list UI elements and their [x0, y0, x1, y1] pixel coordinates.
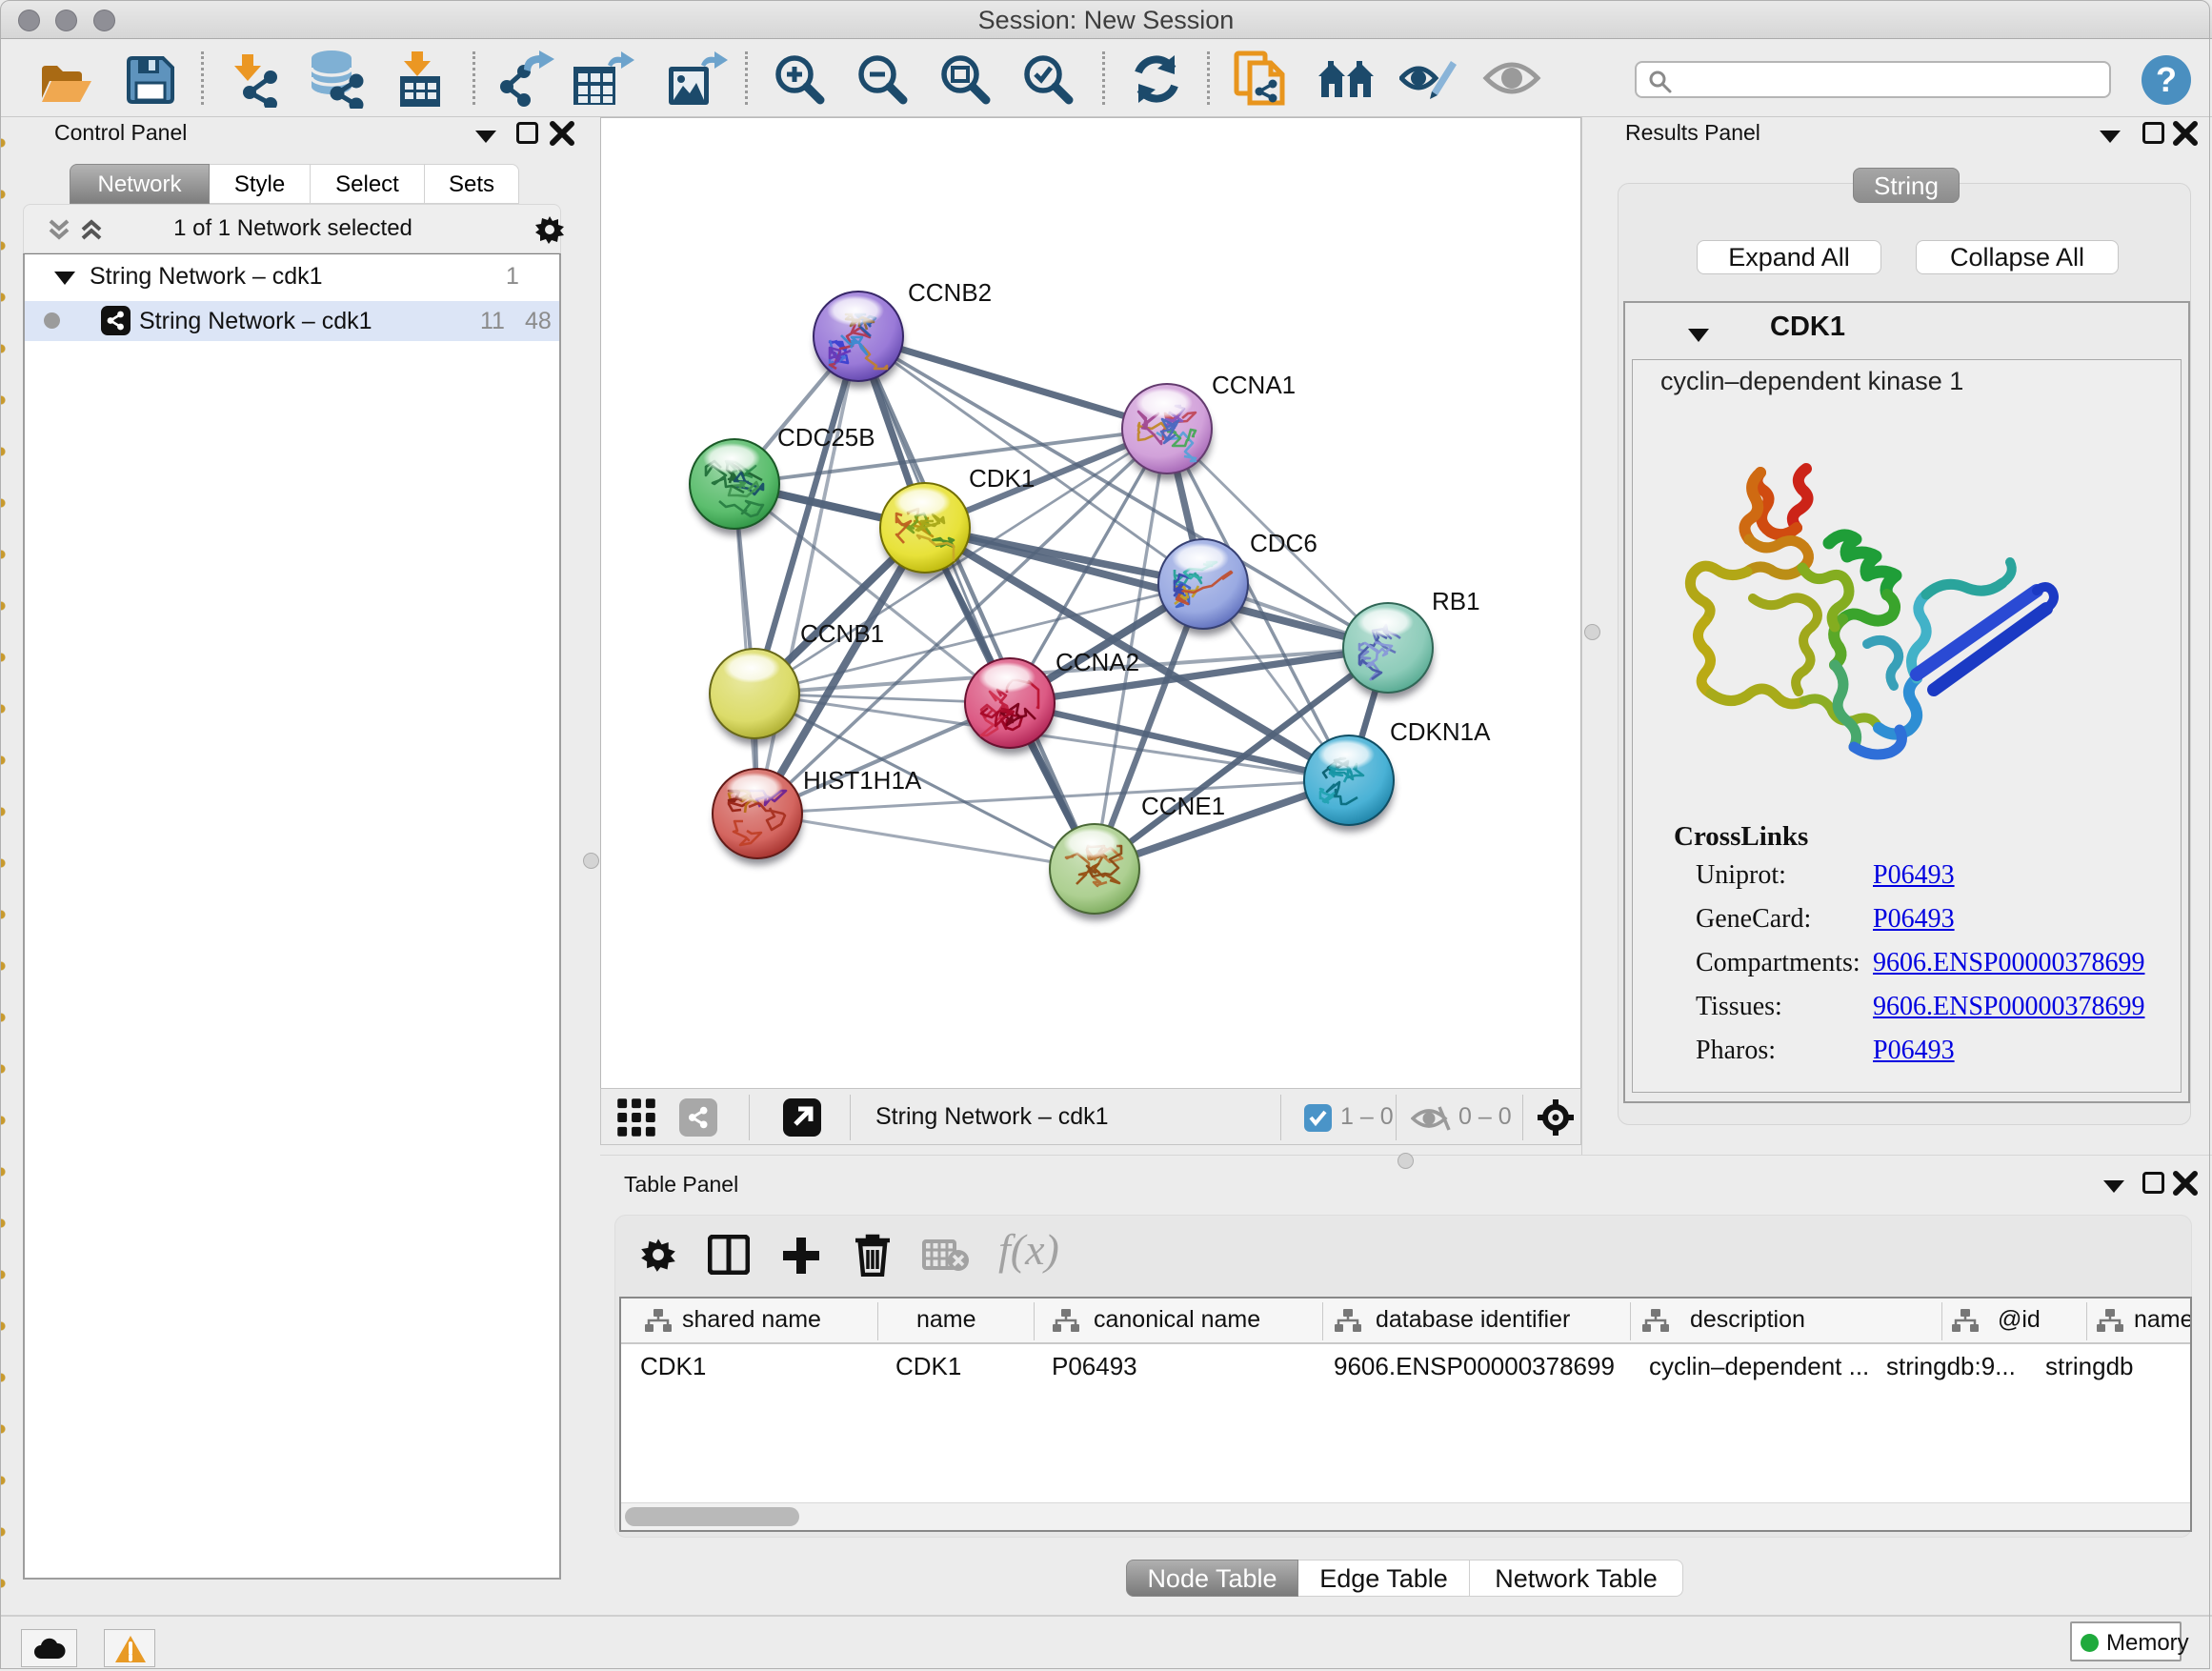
svg-text:CDC6: CDC6 [1250, 529, 1317, 557]
svg-text:CCNA2: CCNA2 [1056, 648, 1139, 676]
svg-text:CDC25B: CDC25B [777, 423, 875, 452]
svg-text:CDK1: CDK1 [969, 464, 1035, 493]
svg-text:CCNB2: CCNB2 [908, 278, 992, 307]
svg-text:CDKN1A: CDKN1A [1390, 717, 1491, 746]
svg-text:CCNB1: CCNB1 [800, 619, 884, 648]
svg-text:RB1: RB1 [1432, 587, 1480, 615]
svg-text:HIST1H1A: HIST1H1A [803, 766, 922, 795]
svg-text:CCNA1: CCNA1 [1212, 371, 1296, 399]
svg-text:CCNE1: CCNE1 [1141, 792, 1225, 820]
